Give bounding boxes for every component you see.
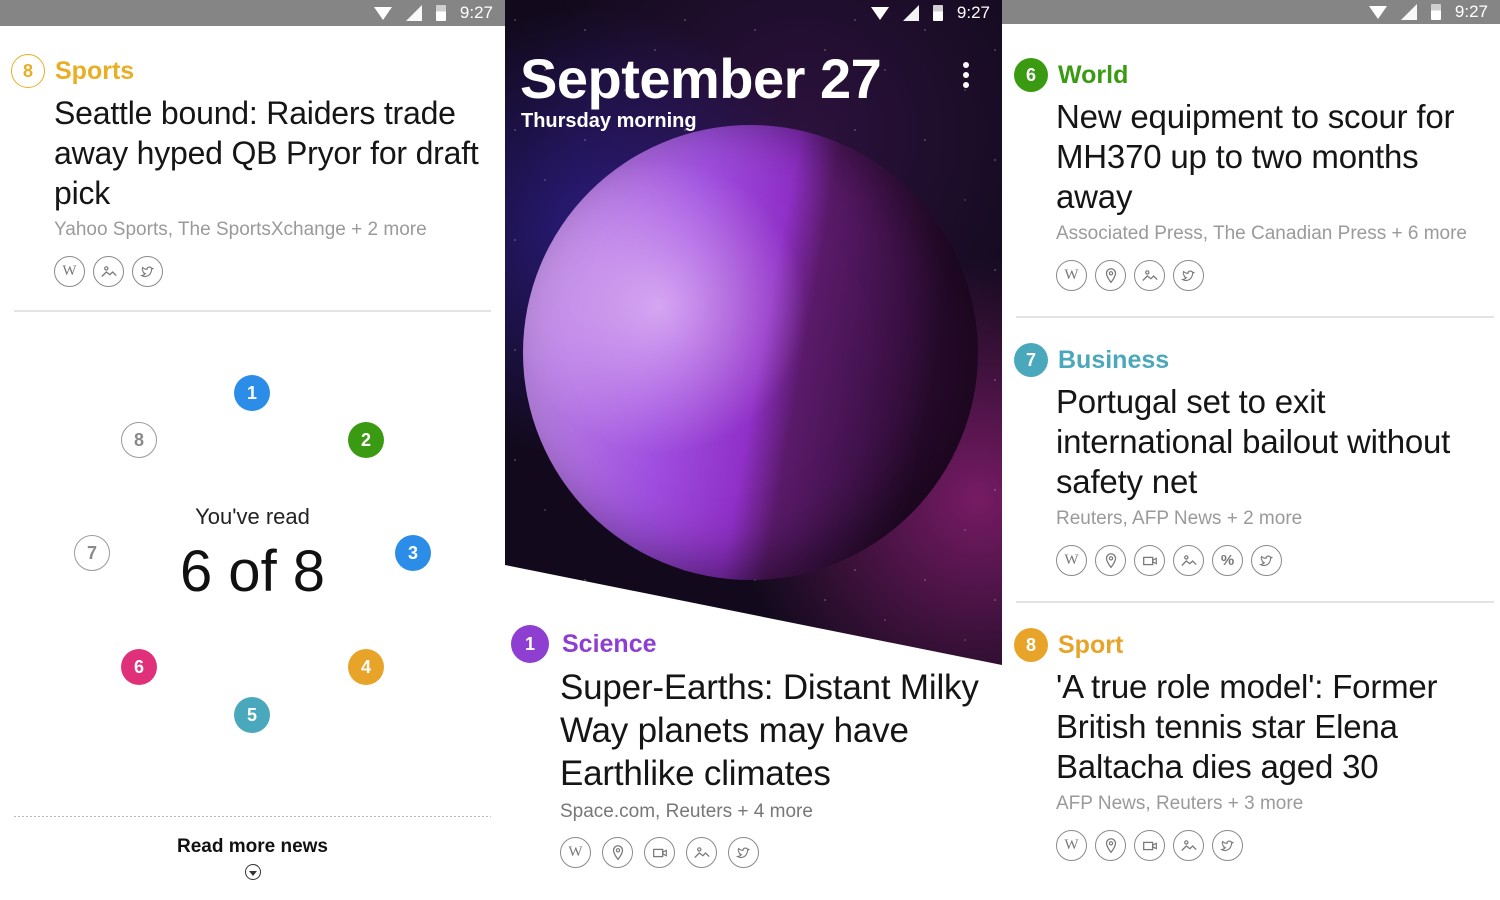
- progress-ring-item-2[interactable]: 2: [348, 422, 384, 458]
- twitter-icon[interactable]: [728, 837, 759, 868]
- twitter-icon[interactable]: [1251, 545, 1282, 576]
- image-icon[interactable]: [686, 837, 717, 868]
- status-bar: 9:27: [0, 0, 505, 26]
- article-card[interactable]: 7 Business Portugal set to exit internat…: [1014, 342, 1500, 576]
- signal-icon: [1400, 4, 1417, 20]
- dotted-divider: [14, 816, 491, 817]
- article-sources[interactable]: AFP News, Reuters + 3 more: [1056, 793, 1500, 815]
- source-icons: W: [560, 837, 1002, 868]
- status-bar: 9:27: [505, 0, 1002, 26]
- article-number-badge: 8: [1014, 628, 1048, 662]
- read-progress-count: 6 of 8: [179, 539, 326, 604]
- source-icons: W: [54, 256, 505, 287]
- middle-screen: September 27 Thursday morning 9:27 1 Sci…: [505, 0, 1002, 900]
- wifi-icon: [373, 6, 392, 20]
- article-number-badge: 1: [511, 625, 549, 663]
- image-icon[interactable]: [1173, 545, 1204, 576]
- read-more-news-button[interactable]: Read more news: [0, 836, 505, 858]
- hero-image-planet: September 27 Thursday morning: [505, 0, 1002, 665]
- overflow-menu-icon[interactable]: [961, 62, 971, 88]
- wikipedia-icon[interactable]: W: [1056, 545, 1087, 576]
- twitter-icon[interactable]: [1173, 260, 1204, 291]
- location-icon[interactable]: [1095, 260, 1126, 291]
- signal-icon: [902, 5, 919, 21]
- image-icon[interactable]: [1173, 830, 1204, 861]
- article-headline[interactable]: Super-Earths: Distant Milky Way planets …: [560, 666, 1002, 795]
- article-card[interactable]: 1 Science Super-Earths: Distant Milky Wa…: [511, 625, 1002, 868]
- article-category: Business: [1058, 345, 1170, 374]
- source-icons: W%: [1056, 545, 1500, 576]
- article-category: Sports: [55, 56, 135, 85]
- article-sources[interactable]: Space.com, Reuters + 4 more: [560, 801, 1002, 823]
- article-number-badge: 6: [1014, 58, 1048, 92]
- wikipedia-icon[interactable]: W: [1056, 830, 1087, 861]
- article-sources[interactable]: Reuters, AFP News + 2 more: [1056, 508, 1500, 530]
- location-icon[interactable]: [1095, 545, 1126, 576]
- date-title: September 27: [520, 47, 882, 110]
- article-category: Science: [562, 629, 657, 658]
- wifi-icon: [870, 6, 889, 20]
- signal-icon: [405, 5, 422, 21]
- divider: [14, 310, 491, 312]
- wikipedia-icon[interactable]: W: [560, 837, 591, 868]
- daypart-subtitle: Thursday morning: [521, 110, 697, 132]
- wikipedia-icon[interactable]: W: [1056, 260, 1087, 291]
- battery-icon: [1430, 4, 1441, 20]
- planet-image: [523, 125, 978, 580]
- article-sources[interactable]: Yahoo Sports, The SportsXchange + 2 more: [54, 219, 505, 241]
- article-category: Sport: [1058, 630, 1124, 659]
- wifi-icon: [1368, 5, 1387, 19]
- divider: [1016, 316, 1494, 318]
- progress-ring-item-5[interactable]: 5: [234, 697, 270, 733]
- video-icon[interactable]: [644, 837, 675, 868]
- chevron-down-circle-icon[interactable]: [245, 864, 261, 880]
- battery-icon: [932, 5, 943, 21]
- divider: [1016, 601, 1494, 603]
- status-bar: 9:27: [1002, 0, 1500, 24]
- image-icon[interactable]: [93, 256, 124, 287]
- article-headline[interactable]: New equipment to scour for MH370 up to t…: [1056, 97, 1500, 217]
- wikipedia-icon[interactable]: W: [54, 256, 85, 287]
- status-time: 9:27: [1454, 2, 1488, 21]
- right-screen: 9:27 6 World New equipment to scour for …: [1002, 0, 1500, 900]
- left-screen: 9:27 8 Sports Seattle bound: Raiders tra…: [0, 0, 505, 900]
- article-card[interactable]: 8 Sports Seattle bound: Raiders trade aw…: [11, 53, 505, 287]
- status-time: 9:27: [956, 3, 990, 22]
- article-headline[interactable]: 'A true role model': Former British tenn…: [1056, 667, 1500, 787]
- battery-icon: [435, 5, 446, 21]
- article-card[interactable]: 6 World New equipment to scour for MH370…: [1014, 57, 1500, 291]
- source-icons: W: [1056, 830, 1500, 861]
- twitter-icon[interactable]: [132, 256, 163, 287]
- location-icon[interactable]: [1095, 830, 1126, 861]
- video-icon[interactable]: [1134, 830, 1165, 861]
- location-icon[interactable]: [602, 837, 633, 868]
- article-sources[interactable]: Associated Press, The Canadian Press + 6…: [1056, 223, 1500, 245]
- article-number-badge: 8: [11, 54, 45, 88]
- read-progress-label: You've read: [195, 504, 310, 529]
- status-time: 9:27: [459, 3, 493, 22]
- twitter-icon[interactable]: [1212, 830, 1243, 861]
- article-category: World: [1058, 60, 1129, 89]
- article-headline[interactable]: Seattle bound: Raiders trade away hyped …: [54, 93, 505, 213]
- percent-icon[interactable]: %: [1212, 545, 1243, 576]
- image-icon[interactable]: [1134, 260, 1165, 291]
- source-icons: W: [1056, 260, 1500, 291]
- video-icon[interactable]: [1134, 545, 1165, 576]
- progress-ring-item-4[interactable]: 4: [348, 649, 384, 685]
- progress-ring-item-1[interactable]: 1: [234, 375, 270, 411]
- article-card[interactable]: 8 Sport 'A true role model': Former Brit…: [1014, 627, 1500, 861]
- article-headline[interactable]: Portugal set to exit international bailo…: [1056, 382, 1500, 502]
- progress-ring-item-8[interactable]: 8: [121, 422, 157, 458]
- article-number-badge: 7: [1014, 343, 1048, 377]
- progress-ring-item-6[interactable]: 6: [121, 649, 157, 685]
